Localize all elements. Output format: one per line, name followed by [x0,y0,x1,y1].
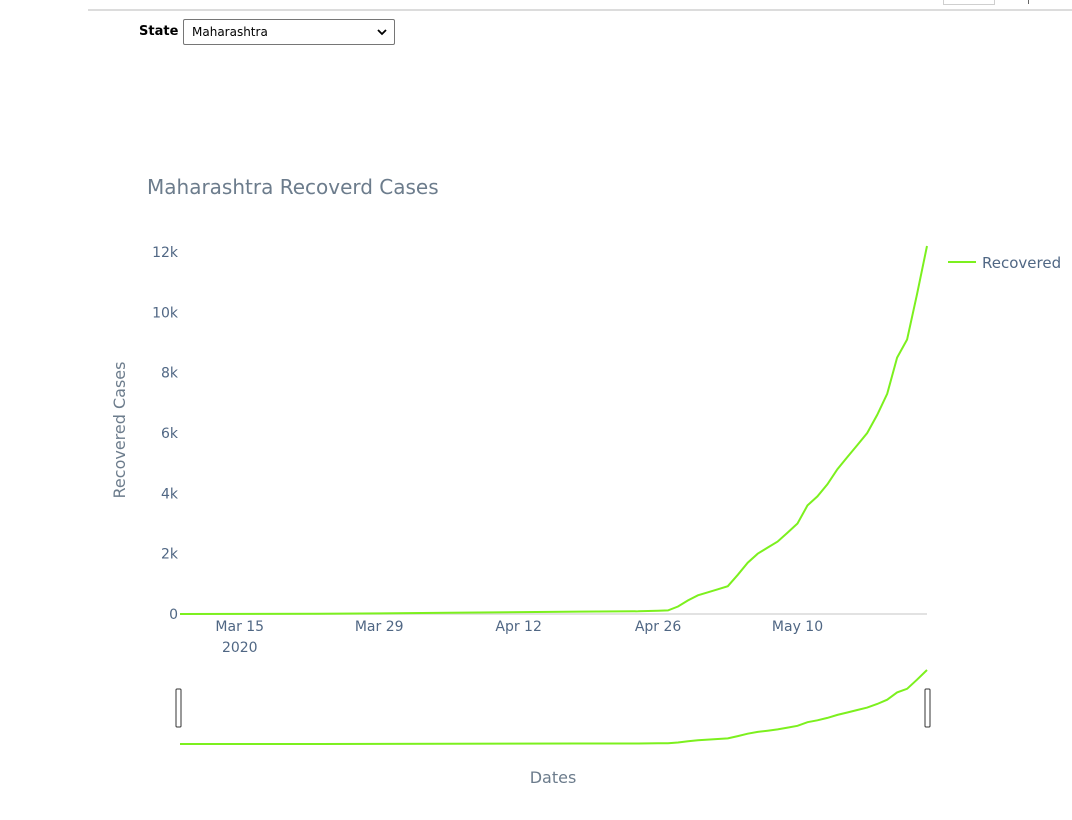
y-tick-label: 6k [161,426,179,442]
x-tick-label: Mar 15 [215,619,264,635]
x-tick-label: Apr 26 [635,619,682,635]
x-tick-label: Mar 29 [355,619,404,635]
x-axis-title: Dates [530,768,577,787]
series-line-recovered [179,245,928,615]
y-tick-label: 12k [152,245,179,261]
recovered-cases-chart[interactable]: Maharashtra Recoverd Cases 0 2k 4k 6k 8k 10k 1… [0,0,1072,820]
y-tick-label: 0 [169,607,178,623]
y-tick-label: 2k [161,547,179,563]
chart-title: Maharashtra Recoverd Cases [147,175,439,199]
x-tick-label: May 10 [772,619,823,635]
y-axis-title: Recovered Cases [110,362,129,499]
x-tick-sublabel: 2020 [222,640,258,656]
range-slider-right-handle[interactable] [924,688,931,728]
y-axis-ticks: 0 2k 4k 6k 8k 10k 12k [152,245,179,623]
legend-label-recovered: Recovered [982,254,1061,272]
y-tick-label: 8k [161,366,179,382]
range-slider[interactable] [175,669,931,745]
range-slider-preview-line [180,669,928,745]
y-tick-label: 10k [152,305,179,321]
x-tick-label: Apr 12 [495,619,541,635]
legend[interactable]: Recovered [948,254,1061,272]
range-slider-left-handle[interactable] [175,688,182,728]
y-tick-label: 4k [161,486,179,502]
x-axis-ticks: Mar 15 2020 Mar 29 Apr 12 Apr 26 May 10 [215,619,823,656]
